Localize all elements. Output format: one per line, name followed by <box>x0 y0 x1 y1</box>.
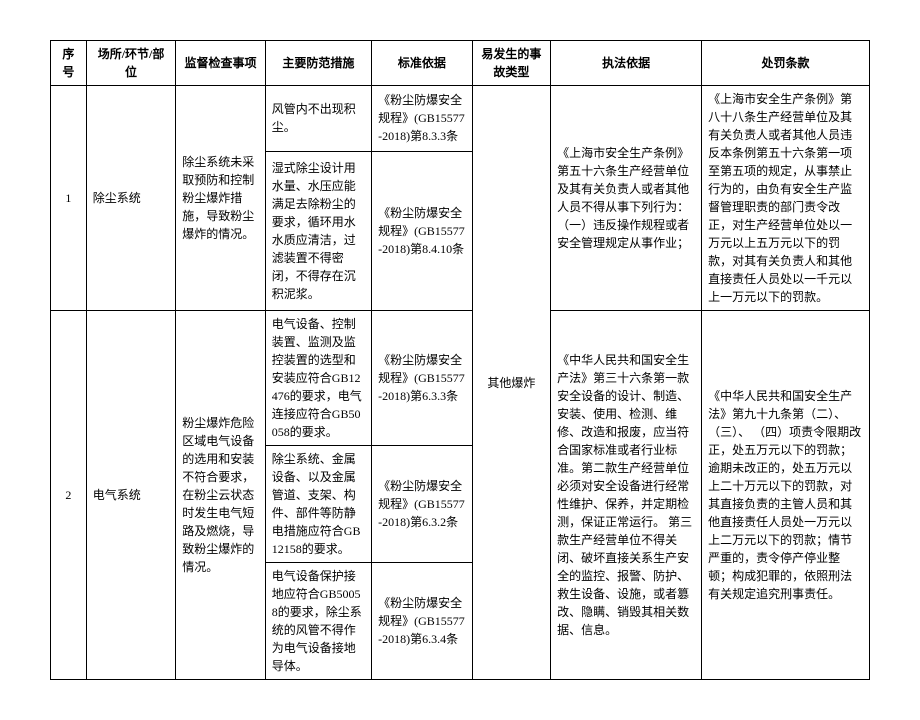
header-item: 监督检查事项 <box>176 41 266 86</box>
header-std: 标准依据 <box>372 41 473 86</box>
header-legal: 执法依据 <box>551 41 702 86</box>
cell-loc: 电气系统 <box>86 311 176 680</box>
cell-meas: 电气设备保护接地应符合GB50058的要求，除尘系统的风管不得作为电气设备接地导… <box>265 563 371 680</box>
cell-item: 粉尘爆炸危险区域电气设备的选用和安装不符合要求，在粉尘云状态时发生电气短路及燃烧… <box>176 311 266 680</box>
cell-idx: 1 <box>51 86 87 311</box>
header-idx: 序号 <box>51 41 87 86</box>
cell-std: 《粉尘防爆安全规程》(GB15577-2018)第8.3.3条 <box>372 86 473 152</box>
cell-meas: 湿式除尘设计用水量、水压应能满足去除粉尘的要求，循环用水水质应清洁，过滤装置不得… <box>265 151 371 310</box>
cell-pen: 《上海市安全生产条例》第八十八条生产经营单位及其有关负责人或者其他人员违反本条例… <box>702 86 870 311</box>
header-row: 序号 场所/环节/部位 监督检查事项 主要防范措施 标准依据 易发生的事故类型 … <box>51 41 870 86</box>
cell-idx: 2 <box>51 311 87 680</box>
header-meas: 主要防范措施 <box>265 41 371 86</box>
cell-acc: 其他爆炸 <box>472 86 550 680</box>
cell-std: 《粉尘防爆安全规程》(GB15577-2018)第6.3.4条 <box>372 563 473 680</box>
header-acc: 易发生的事故类型 <box>472 41 550 86</box>
header-loc: 场所/环节/部位 <box>86 41 176 86</box>
cell-meas: 电气设备、控制装置、监测及监控装置的选型和安装应符合GB12476的要求，电气连… <box>265 311 371 446</box>
cell-meas: 除尘系统、金属设备、以及金属管道、支架、构件、部件等防静电措施应符合GB1215… <box>265 446 371 563</box>
cell-loc: 除尘系统 <box>86 86 176 311</box>
cell-legal: 《中华人民共和国安全生产法》第三十六条第一款安全设备的设计、制造、安装、使用、检… <box>551 311 702 680</box>
cell-pen: 《中华人民共和国安全生产法》第九十九条第（二）、（三）、 （四）项责令限期改正，… <box>702 311 870 680</box>
cell-std: 《粉尘防爆安全规程》(GB15577-2018)第6.3.2条 <box>372 446 473 563</box>
inspection-table: 序号 场所/环节/部位 监督检查事项 主要防范措施 标准依据 易发生的事故类型 … <box>50 40 870 680</box>
cell-std: 《粉尘防爆安全规程》(GB15577-2018)第6.3.3条 <box>372 311 473 446</box>
table-row: 1 除尘系统 除尘系统未采取预防和控制粉尘爆炸措施，导致粉尘爆炸的情况。 风管内… <box>51 86 870 152</box>
cell-legal: 《上海市安全生产条例》第五十六条生产经营单位及其有关负责人或者其他人员不得从事下… <box>551 86 702 311</box>
table-row: 2 电气系统 粉尘爆炸危险区域电气设备的选用和安装不符合要求，在粉尘云状态时发生… <box>51 311 870 446</box>
cell-std: 《粉尘防爆安全规程》(GB15577-2018)第8.4.10条 <box>372 151 473 310</box>
header-pen: 处罚条款 <box>702 41 870 86</box>
cell-meas: 风管内不出现积尘。 <box>265 86 371 152</box>
cell-item: 除尘系统未采取预防和控制粉尘爆炸措施，导致粉尘爆炸的情况。 <box>176 86 266 311</box>
